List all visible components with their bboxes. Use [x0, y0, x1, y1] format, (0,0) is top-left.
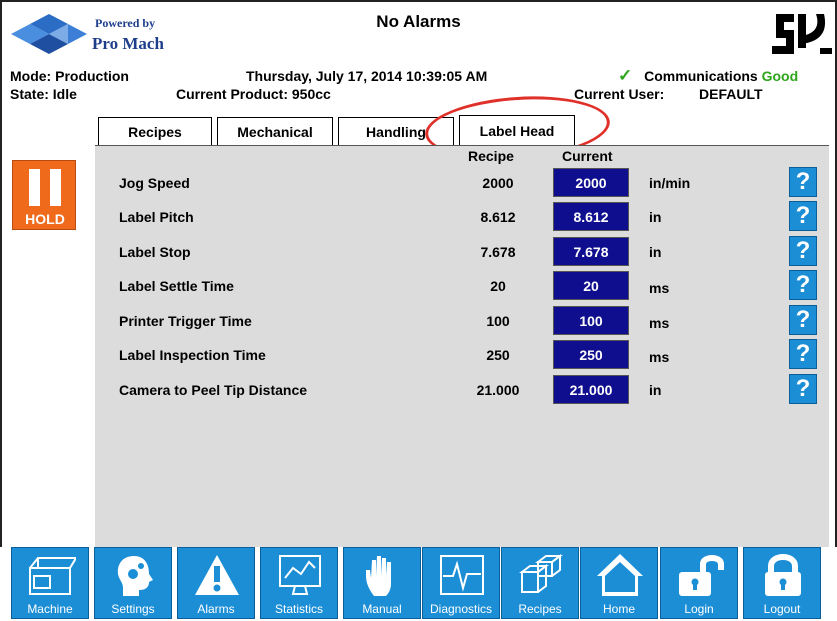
help-button[interactable]: ? [789, 339, 817, 369]
home-icon [597, 554, 643, 596]
nav-alarms-button[interactable]: Alarms [177, 547, 255, 619]
nav-login-button[interactable]: Login [660, 547, 738, 619]
recipe-value: 7.678 [480, 244, 516, 260]
param-label: Camera to Peel Tip Distance [119, 382, 308, 398]
unit-text: in [649, 209, 662, 225]
alarm-status[interactable]: No Alarms [0, 12, 837, 32]
statistics-icon [279, 555, 321, 595]
mode-text: Mode: Production [10, 68, 129, 84]
nav-label: Home [602, 602, 635, 616]
unit-text: in [649, 244, 662, 260]
recipe-value: 8.612 [480, 209, 516, 225]
unit-text: ms [649, 280, 670, 296]
nav-home-button[interactable]: Home [580, 547, 658, 619]
unlock-icon [679, 555, 724, 596]
current-product-text: Current Product: 950cc [176, 86, 331, 102]
nav-label: Settings [111, 602, 155, 616]
settings-icon [117, 556, 153, 596]
current-user-label: Current User: [574, 86, 665, 102]
current-column-header: Current [562, 148, 613, 164]
company-logo-icon [768, 10, 832, 60]
current-value-field[interactable]: 7.678 [553, 237, 629, 266]
nav-statistics-button[interactable]: Statistics [260, 547, 338, 619]
hold-button[interactable]: HOLD [12, 160, 76, 230]
recipes-icon [519, 554, 563, 593]
param-label: Printer Trigger Time [119, 313, 252, 329]
recipe-value: 2000 [482, 175, 514, 191]
check-icon: ✓ [618, 66, 633, 85]
lock-icon [765, 554, 801, 596]
state-text: State: Idle [10, 86, 77, 102]
unit-text: in [649, 382, 662, 398]
nav-label: Recipes [518, 602, 562, 616]
current-value-field[interactable]: 8.612 [553, 202, 629, 231]
param-label: Label Settle Time [119, 278, 234, 294]
datetime-text: Thursday, July 17, 2014 10:39:05 AM [246, 68, 488, 84]
hold-label: HOLD [25, 211, 65, 227]
param-label: Label Inspection Time [119, 347, 266, 363]
communications-label: Communications [644, 68, 758, 84]
nav-label: Login [684, 602, 714, 616]
help-button[interactable]: ? [789, 305, 817, 335]
nav-diagnostics-button[interactable]: Diagnostics [422, 547, 500, 619]
param-label: Label Stop [119, 244, 191, 260]
tab-mechanical[interactable]: Mechanical [217, 117, 333, 145]
nav-label: Statistics [274, 602, 323, 616]
help-button[interactable]: ? [789, 201, 817, 231]
recipe-value: 250 [486, 347, 510, 363]
nav-label: Logout [763, 602, 801, 616]
communications-status: ✓ Communications Good [618, 66, 798, 86]
nav-label: Manual [362, 602, 402, 616]
hand-icon [366, 556, 391, 596]
current-value-field[interactable]: 250 [553, 340, 629, 369]
recipe-value: 20 [490, 278, 506, 294]
nav-label: Alarms [197, 602, 235, 616]
param-label: Jog Speed [119, 175, 190, 191]
current-value-field[interactable]: 100 [553, 306, 629, 335]
help-button[interactable]: ? [789, 236, 817, 266]
current-value-field[interactable]: 2000 [553, 168, 629, 197]
nav-label: Machine [27, 602, 73, 616]
nav-machine-button[interactable]: Machine [11, 547, 89, 619]
help-button[interactable]: ? [789, 374, 817, 404]
nav-settings-button[interactable]: Settings [94, 547, 172, 619]
current-value-field[interactable]: 20 [553, 271, 629, 300]
recipe-value: 100 [486, 313, 510, 329]
communications-value: Good [761, 68, 799, 84]
nav-label: Diagnostics [429, 602, 493, 616]
recipe-column-header: Recipe [468, 148, 514, 164]
settings-panel [95, 145, 829, 547]
nav-logout-button[interactable]: Logout [743, 547, 821, 619]
tab-recipes[interactable]: Recipes [98, 117, 212, 145]
help-button[interactable]: ? [789, 167, 817, 197]
alarm-icon [195, 555, 239, 595]
recipe-value: 21.000 [476, 382, 520, 398]
diagnostics-icon [440, 555, 484, 595]
unit-text: in/min [649, 175, 691, 191]
nav-manual-button[interactable]: Manual [343, 547, 421, 619]
unit-text: ms [649, 349, 670, 365]
current-value-field[interactable]: 21.000 [553, 375, 629, 404]
help-button[interactable]: ? [789, 270, 817, 300]
nav-recipes-button[interactable]: Recipes [501, 547, 579, 619]
machine-icon [29, 557, 76, 595]
param-label: Label Pitch [119, 209, 194, 225]
current-user-value: DEFAULT [699, 86, 763, 102]
brand-name: Pro Mach [92, 34, 164, 53]
unit-text: ms [649, 315, 670, 331]
